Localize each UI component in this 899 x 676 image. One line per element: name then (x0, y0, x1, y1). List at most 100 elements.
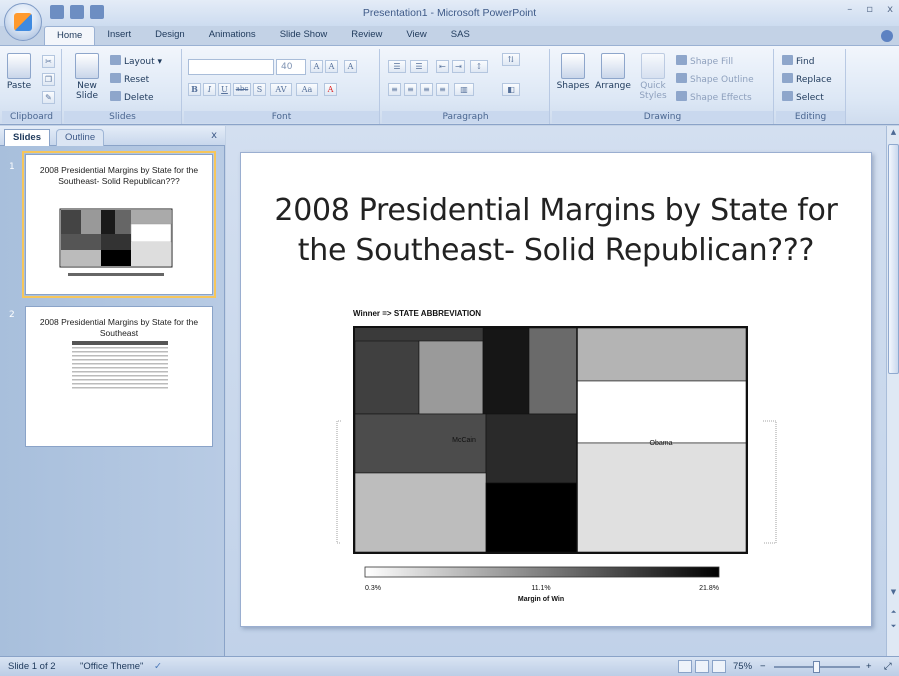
treemap-tile[interactable] (485, 413, 578, 484)
shrink-font-button[interactable]: A (325, 60, 338, 73)
clipboard-group-label: Clipboard (2, 111, 61, 123)
help-icon[interactable] (881, 30, 893, 42)
treemap-tile[interactable] (419, 328, 483, 341)
align-right-icon[interactable]: ≡ (420, 83, 433, 96)
reset-button[interactable]: Reset (110, 73, 149, 87)
columns-icon[interactable]: ▥ (454, 83, 474, 96)
grow-font-button[interactable]: A (310, 60, 323, 73)
font-name-field[interactable] (188, 59, 274, 75)
bullets-icon[interactable]: ☰ (388, 60, 406, 73)
new-slide-label-1: New (77, 81, 97, 91)
treemap-chart[interactable]: Winner => STATE ABBREVIATION McCain Obam… (241, 153, 873, 628)
tab-design[interactable]: Design (143, 26, 197, 46)
zoom-out-button[interactable]: − (760, 661, 766, 672)
tab-slides[interactable]: Slides (4, 129, 50, 146)
tab-outline[interactable]: Outline (56, 129, 105, 146)
underline-button[interactable]: U (218, 83, 231, 96)
select-button[interactable]: Select (782, 91, 824, 105)
replace-label: Replace (796, 75, 832, 85)
treemap-tile[interactable] (354, 340, 420, 415)
scroll-thumb[interactable] (888, 144, 899, 374)
change-case-button[interactable]: Aa (296, 83, 318, 96)
replace-button[interactable]: Replace (782, 73, 832, 87)
office-button[interactable] (4, 3, 42, 41)
character-spacing-button[interactable]: AV (270, 83, 292, 96)
tab-review[interactable]: Review (339, 26, 394, 46)
clear-formatting-button[interactable]: A (344, 60, 357, 73)
format-painter-icon[interactable]: ✎ (42, 91, 55, 104)
decrease-indent-icon[interactable]: ⇤ (436, 60, 449, 73)
treemap-tile[interactable] (576, 327, 747, 382)
spelling-check-icon[interactable]: ✓ (154, 661, 162, 672)
treemap-tile[interactable] (576, 442, 747, 553)
delete-label: Delete (124, 93, 154, 103)
font-size-field[interactable]: 40 (276, 59, 306, 75)
fit-to-window-icon[interactable]: ⤢ (884, 661, 892, 672)
slide-show-view-icon[interactable] (712, 660, 726, 673)
line-spacing-icon[interactable]: ↕ (470, 60, 488, 73)
treemap-tile[interactable] (482, 327, 530, 415)
paste-button[interactable]: Paste (4, 53, 34, 91)
tab-slide-show[interactable]: Slide Show (268, 26, 340, 46)
treemap-tile[interactable] (576, 380, 747, 444)
zoom-slider-knob[interactable] (813, 661, 820, 673)
treemap-tile[interactable] (418, 340, 484, 415)
tab-insert[interactable]: Insert (95, 26, 143, 46)
slides-group-label: Slides (64, 111, 181, 123)
treemap-tile[interactable] (528, 327, 578, 415)
italic-button[interactable]: I (203, 83, 216, 96)
text-shadow-button[interactable]: S (253, 83, 266, 96)
quick-styles-button[interactable]: Quick Styles (636, 53, 670, 101)
close-button[interactable]: x (887, 4, 893, 15)
find-button[interactable]: Find (782, 55, 814, 69)
slide-thumbnail-2[interactable]: 2008 Presidential Margins by State for t… (25, 306, 213, 447)
zoom-level[interactable]: 75% (733, 661, 752, 672)
arrange-button[interactable]: Arrange (594, 53, 632, 91)
status-bar: Slide 1 of 2 "Office Theme" ✓ 75% − + ⤢ (0, 656, 899, 676)
shape-fill-button[interactable]: Shape Fill (676, 55, 733, 69)
replace-icon (782, 73, 793, 83)
justify-icon[interactable]: ≡ (436, 83, 449, 96)
treemap-tile[interactable] (354, 472, 487, 553)
scroll-down-icon[interactable]: ▼ (888, 588, 899, 600)
close-pane-icon[interactable]: x (211, 130, 217, 141)
tab-view[interactable]: View (394, 26, 438, 46)
normal-view-icon[interactable] (678, 660, 692, 673)
shape-effects-button[interactable]: Shape Effects (676, 91, 752, 105)
font-color-button[interactable]: A (324, 83, 337, 96)
restore-button[interactable]: ▫ (866, 4, 873, 15)
delete-button[interactable]: Delete (110, 91, 154, 105)
slide-thumbnail-1[interactable]: 2008 Presidential Margins by State for t… (22, 151, 216, 298)
align-center-icon[interactable]: ≡ (404, 83, 417, 96)
next-slide-icon[interactable]: ⏷ (888, 622, 899, 634)
tab-sas[interactable]: SAS (439, 26, 482, 46)
pane-tabs: Slides Outline x (0, 126, 225, 146)
align-left-icon[interactable]: ≡ (388, 83, 401, 96)
increase-indent-icon[interactable]: ⇥ (452, 60, 465, 73)
zoom-slider[interactable] (774, 661, 860, 673)
shape-outline-button[interactable]: Shape Outline (676, 73, 754, 87)
drawing-group-label: Drawing (552, 111, 773, 123)
minimize-button[interactable]: – (847, 4, 852, 15)
previous-slide-icon[interactable]: ⏶ (888, 608, 899, 620)
copy-icon[interactable]: ❐ (42, 73, 55, 86)
cut-icon[interactable]: ✂ (42, 55, 55, 68)
slide-canvas[interactable]: 2008 Presidential Margins by State for t… (240, 152, 872, 627)
zoom-in-button[interactable]: + (866, 661, 872, 672)
treemap-tile[interactable] (485, 482, 578, 553)
smartart-icon[interactable]: ◧ (502, 83, 520, 96)
shapes-button[interactable]: Shapes (556, 53, 590, 91)
paste-label: Paste (6, 81, 32, 91)
scroll-up-icon[interactable]: ▲ (888, 128, 899, 140)
numbering-icon[interactable]: ☰ (410, 60, 428, 73)
vertical-scrollbar[interactable]: ▲ ▼ ⏶ ⏷ (886, 126, 899, 656)
tab-home[interactable]: Home (44, 26, 96, 46)
new-slide-button[interactable]: New Slide (70, 53, 104, 101)
treemap-tile[interactable] (355, 328, 419, 341)
strikethrough-button[interactable]: abc (233, 83, 251, 96)
text-direction-icon[interactable]: ⇅ (502, 53, 520, 66)
bold-button[interactable]: B (188, 83, 201, 96)
slide-sorter-view-icon[interactable] (695, 660, 709, 673)
layout-button[interactable]: Layout ▾ (110, 55, 162, 69)
tab-animations[interactable]: Animations (197, 26, 268, 46)
